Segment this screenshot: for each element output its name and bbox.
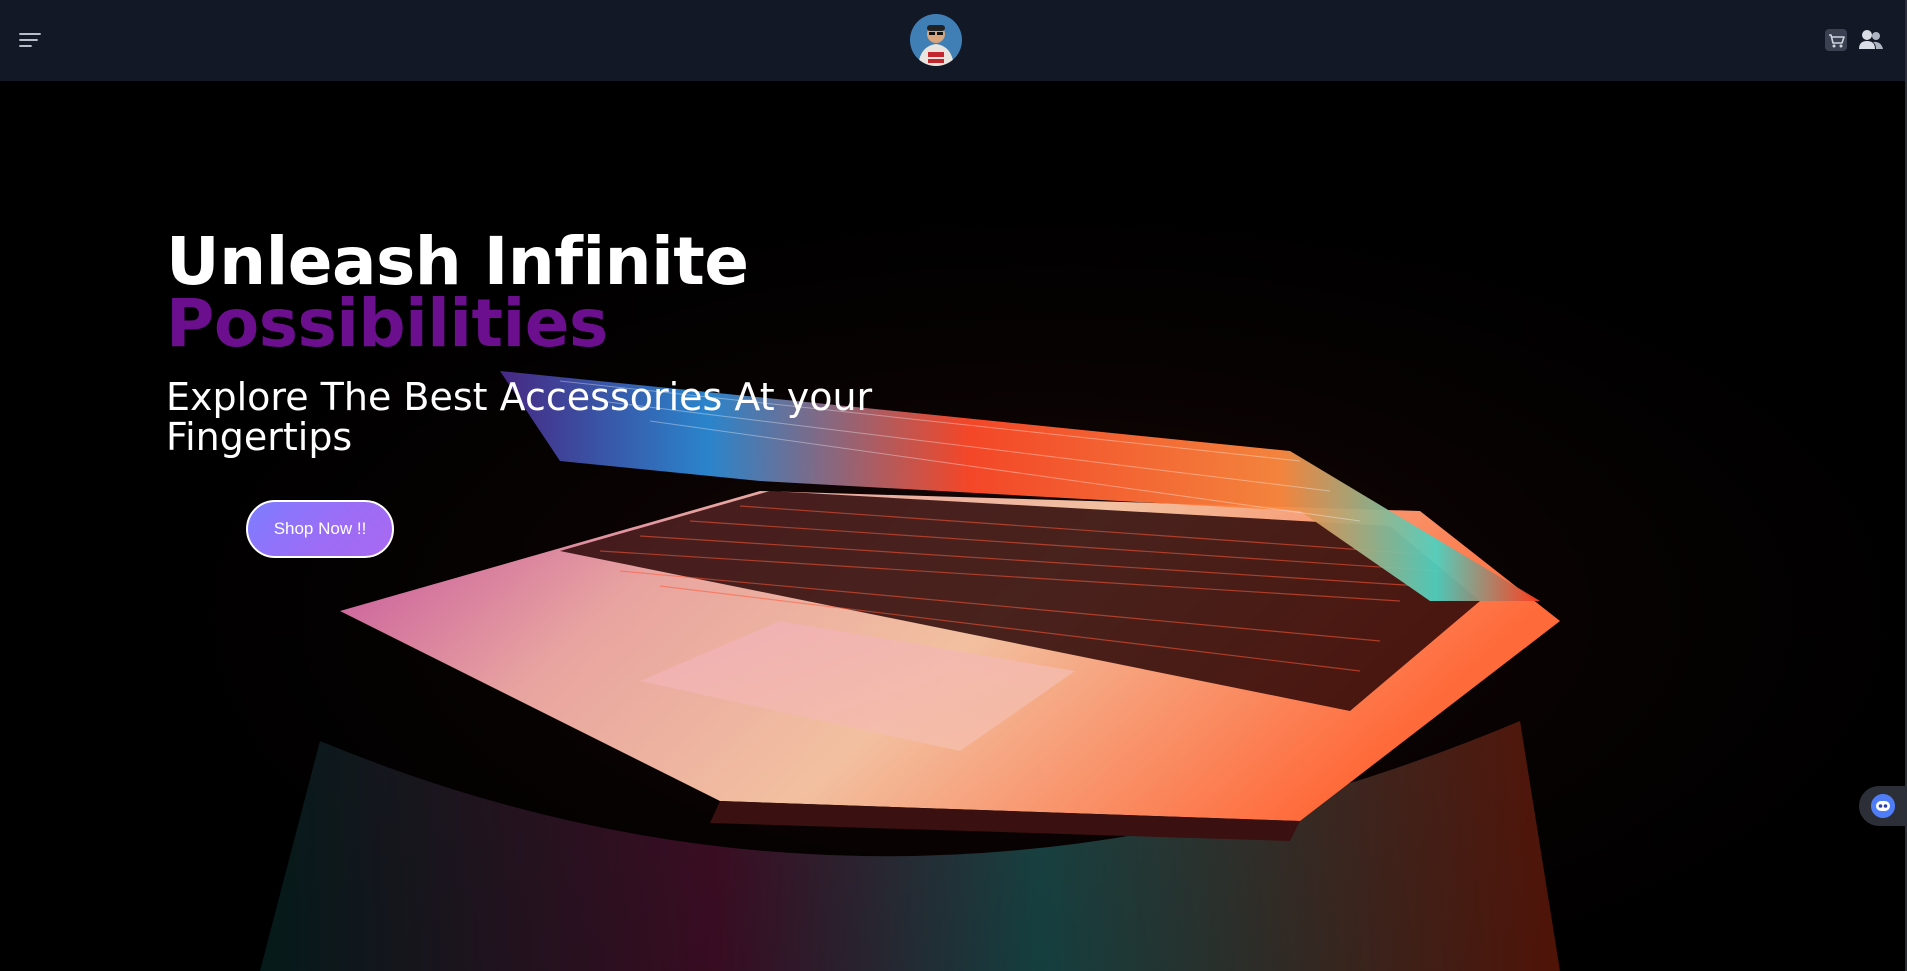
shop-now-button[interactable]: Shop Now !! [246,500,394,558]
hamburger-menu-icon[interactable] [18,28,42,52]
avatar-logo[interactable] [910,14,962,66]
hero-subheadline: Explore The Best Accessories At your Fin… [166,375,873,459]
headline-line1: Unleash Infinite [166,223,749,300]
hero-text-block: Unleash Infinite Possibilities Explore T… [166,223,886,459]
users-icon[interactable] [1858,28,1884,52]
chat-widget-button[interactable] [1859,786,1907,826]
shopping-cart-icon[interactable] [1823,27,1849,53]
home-page: Unleash Infinite Possibilities Explore T… [0,0,1907,971]
hero-section: Unleash Infinite Possibilities Explore T… [0,81,1905,971]
top-navbar [0,0,1905,81]
chatbot-icon [1871,794,1895,818]
hero-headline: Unleash Infinite Possibilities [166,223,886,362]
headline-line2: Possibilities [166,285,608,362]
